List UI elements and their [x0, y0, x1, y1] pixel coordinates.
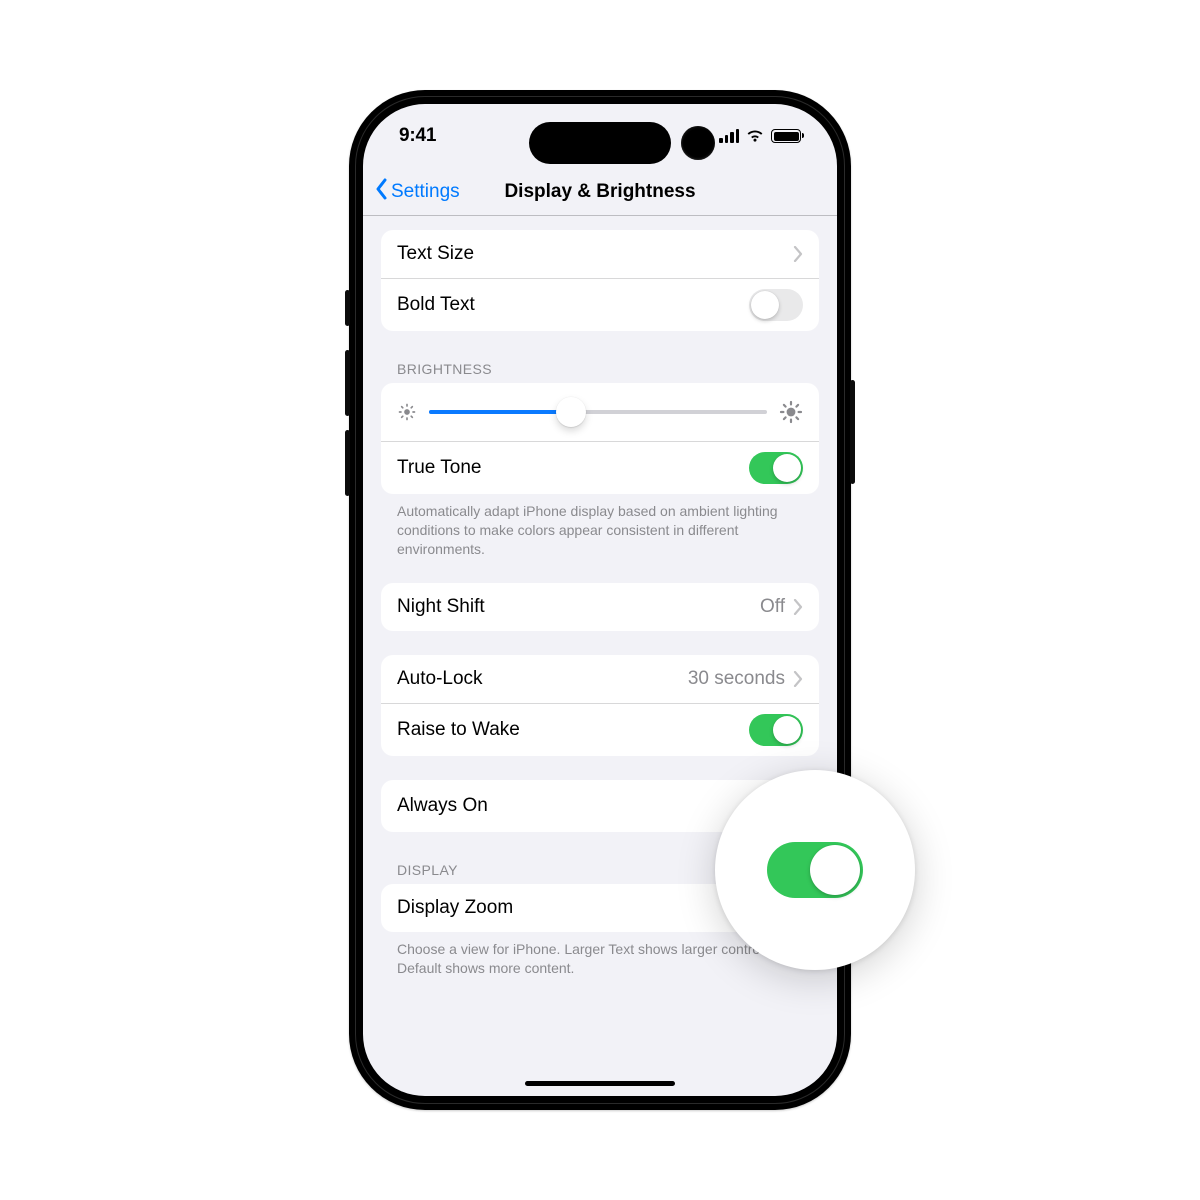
brightness-slider[interactable]	[429, 397, 767, 427]
brightness-group: True Tone	[381, 383, 819, 494]
raise-to-wake-toggle[interactable]	[749, 714, 803, 746]
status-time: 9:41	[399, 125, 436, 147]
true-tone-row: True Tone	[381, 441, 819, 494]
text-size-label: Text Size	[397, 243, 793, 265]
device-frame: 9:41 Settings Display & Brightness	[349, 90, 851, 1110]
raise-to-wake-row: Raise to Wake	[381, 703, 819, 756]
bold-text-toggle[interactable]	[749, 289, 803, 321]
brightness-header: Brightness	[381, 355, 819, 383]
navigation-bar: Settings Display & Brightness	[363, 168, 837, 216]
auto-lock-row[interactable]: Auto-Lock 30 seconds	[381, 655, 819, 703]
chevron-left-icon	[375, 178, 389, 206]
night-shift-value: Off	[760, 596, 785, 618]
side-button-ringer	[345, 290, 350, 326]
chevron-right-icon	[793, 671, 803, 687]
status-right	[719, 129, 801, 143]
true-tone-footer: Automatically adapt iPhone display based…	[381, 494, 819, 559]
auto-lock-value: 30 seconds	[688, 668, 785, 690]
slider-thumb[interactable]	[556, 397, 586, 427]
always-on-toggle-magnified	[767, 842, 863, 898]
brightness-slider-row	[381, 383, 819, 441]
sun-large-icon	[779, 400, 803, 424]
side-button-volume-up	[345, 350, 350, 416]
dynamic-island	[529, 122, 671, 164]
night-shift-group: Night Shift Off	[381, 583, 819, 631]
true-tone-label: True Tone	[397, 457, 749, 479]
chevron-right-icon	[793, 599, 803, 615]
raise-to-wake-label: Raise to Wake	[397, 719, 749, 741]
display-zoom-label: Display Zoom	[397, 897, 725, 919]
bold-text-row: Bold Text	[381, 278, 819, 331]
cellular-signal-icon	[719, 129, 739, 143]
wifi-icon	[745, 129, 765, 143]
text-size-row[interactable]: Text Size	[381, 230, 819, 278]
true-tone-toggle[interactable]	[749, 452, 803, 484]
night-shift-row[interactable]: Night Shift Off	[381, 583, 819, 631]
always-on-label: Always On	[397, 795, 749, 817]
side-button-volume-down	[345, 430, 350, 496]
home-indicator[interactable]	[525, 1081, 675, 1086]
auto-lock-label: Auto-Lock	[397, 668, 688, 690]
battery-icon	[771, 129, 801, 143]
chevron-right-icon	[793, 246, 803, 262]
bold-text-label: Bold Text	[397, 294, 749, 316]
text-settings-group: Text Size Bold Text	[381, 230, 819, 331]
slider-fill	[429, 410, 571, 414]
back-button[interactable]: Settings	[375, 178, 460, 206]
magnifier-callout	[715, 770, 915, 970]
night-shift-label: Night Shift	[397, 596, 760, 618]
sun-small-icon	[397, 402, 417, 422]
back-label: Settings	[391, 181, 460, 203]
content-scroll[interactable]: Text Size Bold Text Brightness	[363, 216, 837, 1096]
lock-group: Auto-Lock 30 seconds Raise to Wake	[381, 655, 819, 756]
side-button-power	[850, 380, 855, 484]
